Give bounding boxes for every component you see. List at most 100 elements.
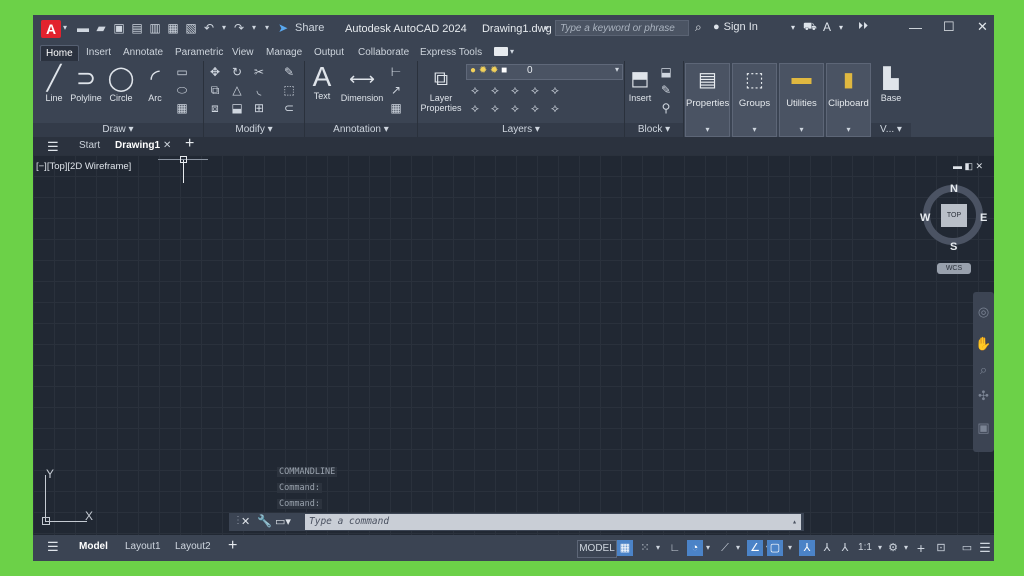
block-attributes-icon[interactable]: ⚲: [659, 101, 673, 115]
base-view-button[interactable]: ▙ Base: [873, 65, 909, 103]
layer-tool-7-icon[interactable]: ⟡: [488, 101, 502, 115]
panel-modify-title[interactable]: Modify ▾: [204, 123, 304, 137]
properties-button[interactable]: ▤ Properties ▾: [685, 63, 730, 137]
insert-button[interactable]: ⬒ Insert: [625, 65, 655, 103]
save-icon[interactable]: ▣: [113, 21, 125, 35]
redo-dropdown-icon[interactable]: ▾: [251, 21, 257, 35]
circle-button[interactable]: ◯ Circle: [107, 65, 135, 103]
layer-tool-10-icon[interactable]: ⟡: [548, 101, 562, 115]
layer-dropdown[interactable]: ● ✹ ✹ ■ 0 ▾: [466, 64, 623, 80]
maximize-button[interactable]: ☐: [943, 19, 955, 35]
tab-layout2[interactable]: Layout2: [175, 541, 211, 552]
tab-manage[interactable]: Manage: [261, 45, 307, 61]
tab-view[interactable]: View: [227, 45, 259, 61]
ribbon-state-dropdown-icon[interactable]: ▾: [510, 47, 514, 56]
undo-icon[interactable]: ↶: [203, 21, 215, 35]
rotate-icon[interactable]: ↻: [230, 65, 244, 79]
wcs-menu[interactable]: WCS: [937, 263, 971, 274]
isodraft-icon[interactable]: ⟋: [717, 540, 733, 556]
file-menu-icon[interactable]: ☰: [47, 139, 59, 155]
layer-tool-9-icon[interactable]: ⟡: [528, 101, 542, 115]
layer-tool-1-icon[interactable]: ⟡: [468, 83, 482, 97]
ellipse-icon[interactable]: ⬭: [175, 83, 189, 97]
pan-icon[interactable]: ✋: [973, 336, 994, 352]
share-icon[interactable]: ➤: [277, 21, 289, 35]
drawing-viewport[interactable]: [−][Top][2D Wireframe] ▬ ◧ ✕ TOP N S E W…: [33, 155, 994, 535]
isodraft-dropdown-icon[interactable]: ▾: [733, 540, 743, 556]
share-button[interactable]: Share: [295, 22, 324, 34]
array-icon[interactable]: ⊞: [252, 101, 266, 115]
linear-dim-icon[interactable]: ⊢: [389, 65, 403, 79]
mirror-icon[interactable]: △: [230, 83, 244, 97]
osnap-dropdown-icon[interactable]: ▾: [785, 540, 795, 556]
arc-button[interactable]: ◜ Arc: [141, 65, 169, 103]
offset-icon[interactable]: ⊂: [282, 101, 296, 115]
command-input[interactable]: Type a command ▴: [305, 514, 801, 530]
web-mobile-icon[interactable]: ▥: [149, 21, 161, 35]
dimension-button[interactable]: ⟷ Dimension: [339, 65, 385, 103]
annotation-monitor-icon[interactable]: +: [913, 540, 929, 556]
tab-parametric[interactable]: Parametric: [170, 45, 228, 61]
sign-in-dropdown-icon[interactable]: ▾: [791, 23, 795, 32]
viewport-window-controls[interactable]: ▬ ◧ ✕: [953, 161, 983, 172]
new-icon[interactable]: ▬: [77, 21, 89, 35]
open-icon[interactable]: ▰: [95, 21, 107, 35]
utilities-button[interactable]: ▬ Utilities ▾: [779, 63, 824, 137]
compass-east[interactable]: E: [980, 212, 987, 224]
layer-tool-2-icon[interactable]: ⟡: [488, 83, 502, 97]
text-button[interactable]: A Text: [309, 63, 335, 102]
grid-toggle-icon[interactable]: ▦: [617, 540, 633, 556]
object-snap-icon[interactable]: ▢: [767, 540, 783, 556]
object-snap-tracking-icon[interactable]: ∠: [747, 540, 763, 556]
command-history-expand-icon[interactable]: ▴: [788, 514, 797, 530]
panel-view-title[interactable]: V... ▾: [871, 123, 911, 137]
create-block-icon[interactable]: ⬓: [659, 65, 673, 79]
layer-properties-button[interactable]: ⧉ Layer Properties: [418, 65, 464, 113]
tab-home[interactable]: Home: [40, 45, 79, 62]
polar-dropdown-icon[interactable]: ▾: [703, 540, 713, 556]
app-menu-dropdown-icon[interactable]: ▾: [63, 23, 67, 32]
fillet-icon[interactable]: ◟: [252, 83, 266, 97]
customize-icon[interactable]: 🔧: [257, 514, 272, 528]
viewport-controls-label[interactable]: [−][Top][2D Wireframe]: [36, 161, 131, 172]
customize-qat-icon[interactable]: ▾: [263, 21, 271, 35]
compass-south[interactable]: S: [950, 241, 957, 253]
close-drawing-tab-icon[interactable]: ✕: [163, 139, 171, 153]
trim-icon[interactable]: ✂: [252, 65, 266, 79]
panel-block-title[interactable]: Block ▾: [625, 123, 683, 137]
ortho-toggle-icon[interactable]: ∟: [667, 540, 683, 556]
snap-toggle-icon[interactable]: ⁙: [637, 540, 653, 556]
panel-layers-title[interactable]: Layers ▾: [418, 123, 624, 137]
tab-express-tools[interactable]: Express Tools: [415, 45, 487, 61]
workspace-dropdown-icon[interactable]: ▾: [901, 540, 911, 556]
tab-drawing1[interactable]: Drawing1: [115, 139, 160, 153]
layer-tool-3-icon[interactable]: ⟡: [508, 83, 522, 97]
erase-icon[interactable]: ✎: [282, 65, 296, 79]
tab-layout1[interactable]: Layout1: [125, 541, 161, 552]
clean-screen-icon[interactable]: ▭: [959, 540, 975, 556]
model-space-button[interactable]: MODEL: [577, 540, 617, 558]
autocad-logo[interactable]: A: [41, 20, 61, 38]
more-icon[interactable]: ⏵⏵: [858, 21, 868, 32]
annotation-scale-value[interactable]: 1:1: [855, 540, 875, 556]
full-navigation-wheel-icon[interactable]: ◎: [973, 304, 994, 320]
auto-scale-icon[interactable]: ⅄: [819, 540, 835, 556]
tab-start[interactable]: Start: [79, 139, 100, 153]
tab-model[interactable]: Model: [79, 541, 108, 552]
polar-toggle-icon[interactable]: ◔: [687, 540, 703, 556]
compass-west[interactable]: W: [920, 212, 930, 224]
ribbon-minimize-icon[interactable]: [494, 47, 508, 56]
layer-tool-6-icon[interactable]: ⟡: [468, 101, 482, 115]
viewcube-top-face[interactable]: TOP: [941, 204, 967, 227]
sign-in-button[interactable]: ● Sign In: [713, 21, 758, 33]
layout-menu-icon[interactable]: ☰: [47, 539, 59, 555]
showmotion-icon[interactable]: ▣: [973, 420, 994, 436]
close-command-line-icon[interactable]: ✕: [241, 515, 250, 528]
new-drawing-tab-button[interactable]: +: [185, 136, 194, 152]
cart-icon[interactable]: ⛟: [803, 21, 817, 35]
new-layout-button[interactable]: +: [228, 537, 237, 555]
autodesk-app-icon[interactable]: A: [823, 20, 831, 34]
stretch-icon[interactable]: ⧈: [208, 101, 222, 115]
snap-dropdown-icon[interactable]: ▾: [653, 540, 663, 556]
copy-icon[interactable]: ⧉: [208, 83, 222, 97]
